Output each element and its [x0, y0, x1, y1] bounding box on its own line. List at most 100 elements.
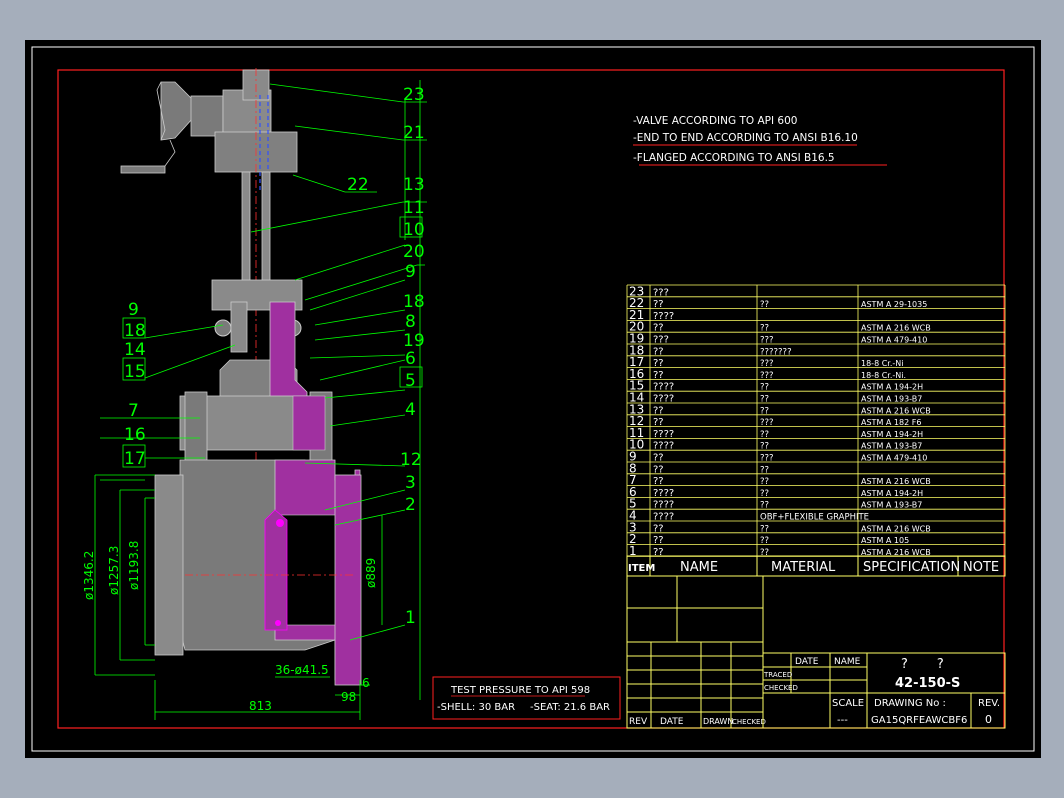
- part-name: ??: [653, 464, 664, 475]
- test-pressure-box: TEST PRESSURE TO API 598 -SHELL: 30 BAR …: [432, 676, 621, 720]
- part-spec: ASTM A 216 WCB: [861, 477, 931, 486]
- test-pressure-seat: -SEAT: 21.6 BAR: [530, 702, 610, 713]
- callout-23: 23: [403, 85, 425, 105]
- part-spec: ASTM A 194-2H: [861, 489, 923, 498]
- part-material: ??: [760, 395, 769, 405]
- part-name: ????: [653, 441, 674, 452]
- callout-left-18: 18: [124, 321, 146, 341]
- part-name: ??: [653, 417, 664, 428]
- callout-21: 21: [403, 123, 425, 143]
- part-name: ??: [653, 405, 664, 416]
- part-spec: ASTM A 479-410: [861, 336, 927, 345]
- part-spec: ASTM A 194-2H: [861, 430, 923, 439]
- bonnet-section: [269, 301, 308, 401]
- callouts-left: 9 18 14 15 7 16 17: [124, 300, 146, 469]
- tb-drawing-no: GA15QRFEAWCBF6: [871, 715, 967, 726]
- callout-5: 5: [405, 371, 416, 391]
- tb-title: ? ?: [901, 657, 944, 672]
- part-name: ???: [653, 287, 669, 298]
- header-specification: SPECIFICATION: [863, 560, 960, 575]
- note-2: -END TO END ACCORDING TO ANSI B16.10: [633, 132, 858, 144]
- callout-8: 8: [405, 312, 416, 332]
- part-spec: 18-8 Cr.-Ni: [861, 359, 903, 368]
- part-name: ??: [653, 453, 664, 464]
- end-flange-left: [154, 474, 184, 656]
- part-material: ??: [760, 406, 769, 416]
- part-name: ????: [653, 488, 674, 499]
- part-material: ??: [760, 524, 769, 534]
- part-spec: ASTM A 29-1035: [861, 300, 927, 309]
- callout-13: 13: [403, 175, 425, 195]
- handwheel-handle: [120, 165, 166, 174]
- note-3: -FLANGED ACCORDING TO ANSI B16.5: [633, 152, 835, 164]
- dim-raised-face: 6: [362, 676, 370, 690]
- part-spec: ASTM A 479-410: [861, 454, 927, 463]
- part-name: ??: [653, 323, 664, 334]
- part-spec: ASTM A 105: [861, 536, 909, 545]
- general-notes: -VALVE ACCORDING TO API 600 -END TO END …: [633, 115, 887, 166]
- part-name: ????: [653, 500, 674, 511]
- test-pressure-shell: -SHELL: 30 BAR: [437, 702, 515, 713]
- part-name: ??: [653, 476, 664, 487]
- note-1: -VALVE ACCORDING TO API 600: [633, 115, 797, 127]
- callout-19: 19: [403, 331, 425, 351]
- part-name: ????: [653, 394, 674, 405]
- dim-d2: ø1257.3: [107, 546, 121, 595]
- part-name: ????: [653, 311, 674, 322]
- revision-block: [626, 575, 764, 729]
- callout-left-16: 16: [124, 425, 146, 445]
- tb-date-label: DATE: [795, 657, 819, 667]
- part-spec: 18-8 Cr.-Ni.: [861, 371, 906, 380]
- rev-label: REV: [629, 717, 648, 727]
- part-name: ??: [653, 523, 664, 534]
- part-name: ????: [653, 512, 674, 523]
- part-material: ??: [760, 536, 769, 546]
- header-note: NOTE: [963, 560, 999, 575]
- dim-length: 813: [249, 699, 272, 713]
- callout-left-14: 14: [124, 340, 146, 360]
- part-material: ??: [760, 300, 769, 310]
- rev-checked-label: CHECKED: [732, 718, 766, 726]
- parts-table-header: ITEM NAME MATERIAL SPECIFICATION NOTE: [626, 555, 1006, 577]
- header-item: ITEM: [628, 563, 655, 574]
- dim-d4: ø889: [364, 558, 378, 588]
- tb-rev-label: REV.: [978, 698, 1000, 709]
- part-name: ??: [653, 299, 664, 310]
- callout-3: 3: [405, 473, 416, 493]
- part-material: ??: [760, 442, 769, 452]
- part-spec: ASTM A 182 F6: [861, 418, 921, 427]
- part-spec: ASTM A 193-B7: [861, 442, 922, 451]
- dim-holes: 36-ø41.5: [275, 663, 329, 677]
- gear-operator: [160, 81, 194, 141]
- callout-left-15: 15: [124, 362, 146, 382]
- callout-4: 4: [405, 400, 416, 420]
- header-material: MATERIAL: [771, 560, 836, 575]
- part-material: ???: [760, 454, 774, 464]
- callout-12: 12: [400, 450, 422, 470]
- part-name: ??: [653, 535, 664, 546]
- tb-scale-label: SCALE: [832, 698, 864, 709]
- part-material: ???: [760, 336, 774, 346]
- header-name: NAME: [680, 560, 718, 575]
- part-name: ??: [653, 346, 664, 357]
- revision-labels: REV DATE DRAWN CHECKED: [629, 717, 766, 727]
- part-spec: ASTM A 193-B7: [861, 501, 922, 510]
- part-spec: ASTM A 216 WCB: [861, 324, 931, 333]
- callout-11: 11: [403, 198, 425, 218]
- callout-9: 9: [405, 262, 416, 282]
- part-material: ???: [760, 418, 774, 428]
- tb-checked-label: CHECKED: [764, 684, 798, 692]
- part-material: ??: [760, 324, 769, 334]
- callout-20: 20: [403, 242, 425, 262]
- part-material: ??: [760, 501, 769, 511]
- drawing-sheet: 23 21 22 13 11 10 20 9 18 8 19 6 5 4 12 …: [25, 40, 1041, 758]
- callout-18: 18: [403, 292, 425, 312]
- yoke-column: [241, 171, 251, 283]
- callout-1: 1: [405, 608, 416, 628]
- callout-22: 22: [347, 175, 369, 195]
- part-material: ??: [760, 477, 769, 487]
- part-name: ??: [653, 370, 664, 381]
- dim-flange: 98: [341, 690, 356, 704]
- part-material: ??: [760, 383, 769, 393]
- part-name: ????: [653, 429, 674, 440]
